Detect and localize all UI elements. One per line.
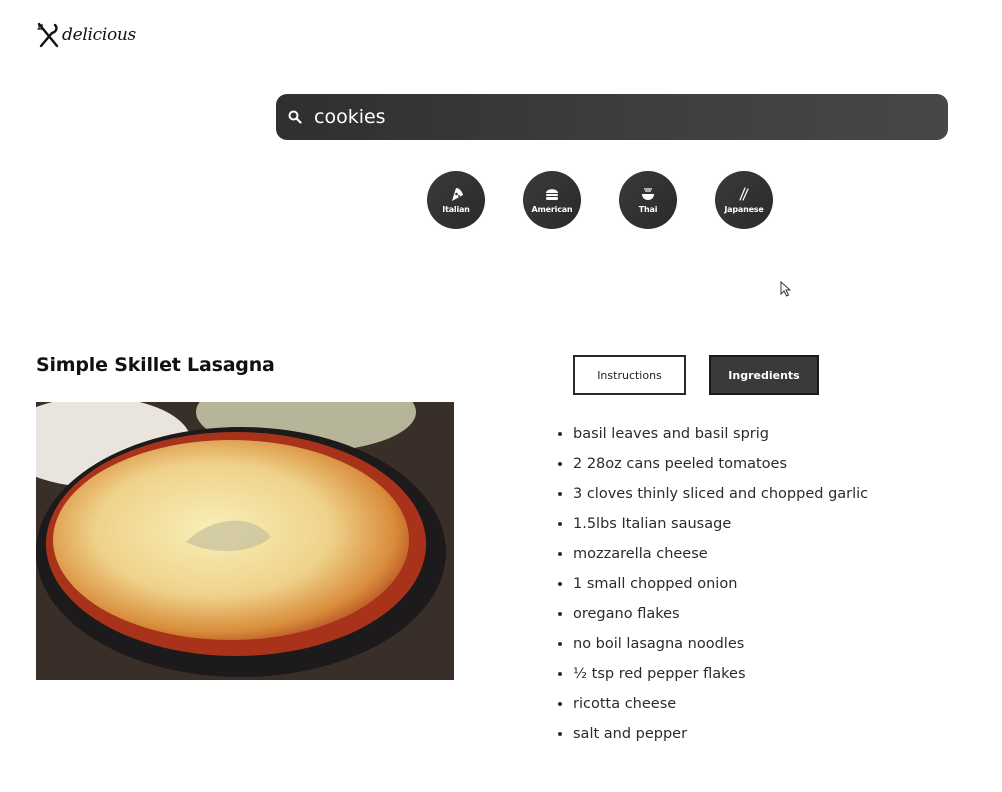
burger-icon xyxy=(543,186,561,205)
cuisine-thai[interactable]: Thai xyxy=(619,171,677,229)
recipe-title: Simple Skillet Lasagna xyxy=(36,354,275,376)
search-input[interactable] xyxy=(314,106,874,128)
search-icon xyxy=(288,110,314,124)
tab-ingredients[interactable]: Ingredients xyxy=(709,355,819,395)
brand-logo-link[interactable]: delicious xyxy=(36,22,136,48)
noodle-bowl-icon xyxy=(639,186,657,205)
search-bar xyxy=(276,94,948,140)
ingredient-item: 1.5lbs Italian sausage xyxy=(573,509,868,539)
ingredient-item: ricotta cheese xyxy=(573,689,868,719)
ingredient-item: 2 28oz cans peeled tomatoes xyxy=(573,449,868,479)
cuisine-label: Thai xyxy=(638,205,658,214)
ingredient-item: oregano flakes xyxy=(573,599,868,629)
cuisine-label: American xyxy=(531,205,573,214)
recipe-image xyxy=(36,402,454,680)
ingredients-list: basil leaves and basil sprig 2 28oz cans… xyxy=(557,419,868,749)
page: delicious Italian xyxy=(0,0,1002,792)
chopsticks-icon xyxy=(735,186,753,205)
cuisine-list: Italian American Thai Japanese xyxy=(427,171,773,229)
cuisine-label: Italian xyxy=(442,205,470,214)
fork-knife-icon xyxy=(36,22,60,48)
ingredient-item: salt and pepper xyxy=(573,719,868,749)
ingredient-item: basil leaves and basil sprig xyxy=(573,419,868,449)
ingredient-item: 1 small chopped onion xyxy=(573,569,868,599)
pizza-icon xyxy=(447,186,465,205)
cuisine-japanese[interactable]: Japanese xyxy=(715,171,773,229)
ingredient-item: ½ tsp red pepper flakes xyxy=(573,659,868,689)
ingredient-item: mozzarella cheese xyxy=(573,539,868,569)
cuisine-label: Japanese xyxy=(724,205,764,214)
ingredient-item: 3 cloves thinly sliced and chopped garli… xyxy=(573,479,868,509)
brand-name: delicious xyxy=(62,25,136,45)
ingredient-item: no boil lasagna noodles xyxy=(573,629,868,659)
cuisine-american[interactable]: American xyxy=(523,171,581,229)
mouse-cursor-icon xyxy=(780,280,792,297)
tab-instructions[interactable]: Instructions xyxy=(573,355,686,395)
cuisine-italian[interactable]: Italian xyxy=(427,171,485,229)
